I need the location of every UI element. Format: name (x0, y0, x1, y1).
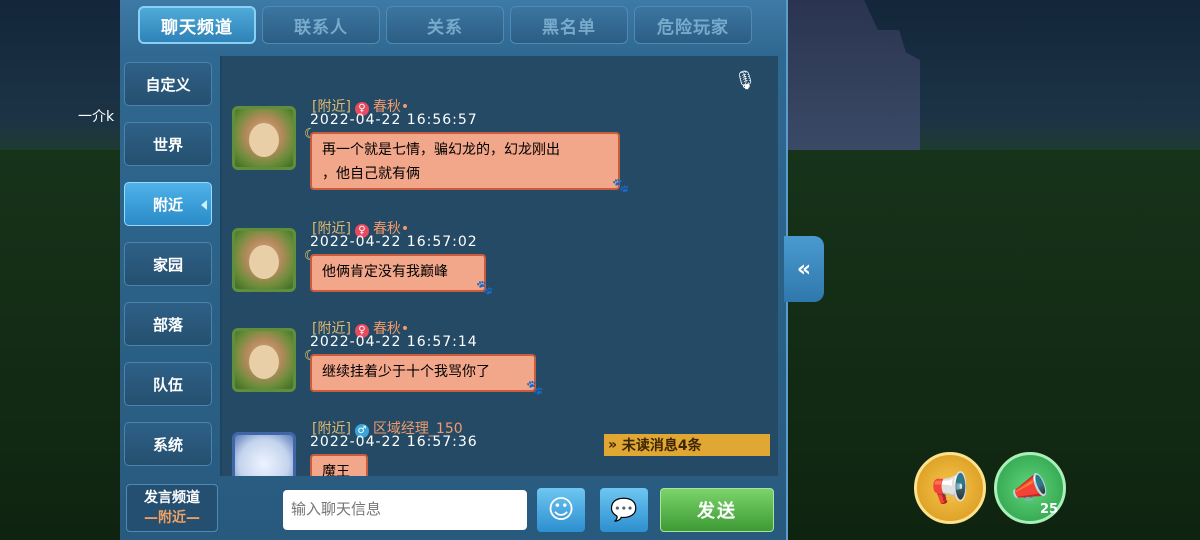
emoji-button[interactable]: ☺ (537, 488, 585, 532)
background-player-name: 一介k (78, 109, 115, 125)
message-bubble: 再一个就是七情，骗幻龙的，幻龙刚出 ，他自己就有俩 (310, 132, 620, 190)
double-chevron-left-icon: « (796, 256, 812, 282)
grass-left (0, 150, 125, 540)
sidebar-item-nearby[interactable]: 附近 (124, 182, 212, 226)
speech-bubble-icon: 💬 (610, 497, 638, 523)
megaphone-icon: 📢 (931, 470, 969, 506)
send-button[interactable]: 发送 (660, 488, 774, 532)
quick-phrase-button[interactable]: 💬 (600, 488, 648, 532)
sidebar-item-tribe[interactable]: 部落 (124, 302, 212, 346)
message-time: 2022-04-22 16:57:14 (310, 334, 478, 350)
avatar[interactable] (232, 228, 296, 292)
chat-message-list[interactable]: 🎙 ☾ [附近]♀春秋• 2022-04-22 16:56:57 再一个就是七情… (222, 56, 778, 476)
collapse-panel-button[interactable]: « (784, 236, 824, 302)
message-text-line: 继续挂着少于十个我骂你了 (322, 364, 490, 380)
chat-input[interactable] (283, 490, 527, 530)
speak-channel-title: 发言频道 (144, 490, 200, 506)
smiley-icon: ☺ (547, 495, 575, 525)
unread-label: 未读消息4条 (621, 438, 702, 454)
grass-right (780, 150, 1200, 540)
tab-chat-channel[interactable]: 聊天频道 (138, 6, 256, 44)
voice-mic-icon[interactable]: 🎙 (730, 70, 760, 100)
message-bubble: 魔王 (310, 454, 368, 476)
avatar[interactable] (232, 328, 296, 392)
tab-blacklist[interactable]: 黑名单 (510, 6, 628, 44)
speak-channel-value: —附近— (144, 510, 200, 526)
paw-icon: 🐾 (476, 280, 494, 296)
message-time: 2022-04-22 16:56:57 (310, 112, 478, 128)
message-bubble: 继续挂着少于十个我骂你了 (310, 354, 536, 392)
double-chevron-down-icon: » (608, 437, 622, 453)
sidebar-item-world[interactable]: 世界 (124, 122, 212, 166)
tab-relations[interactable]: 关系 (386, 6, 504, 44)
sidebar-item-custom[interactable]: 自定义 (124, 62, 212, 106)
castle-scenery (780, 0, 920, 150)
paw-icon: 🐾 (612, 178, 630, 194)
avatar[interactable] (232, 432, 296, 476)
paw-icon: 🐾 (526, 380, 544, 396)
avatar[interactable] (232, 106, 296, 170)
loudspeaker-icon: 📣 (1011, 470, 1049, 506)
sidebar-item-system[interactable]: 系统 (124, 422, 212, 466)
tab-contacts[interactable]: 联系人 (262, 6, 380, 44)
tab-dangerous-players[interactable]: 危险玩家 (634, 6, 752, 44)
unread-messages-banner[interactable]: » 未读消息4条 (604, 434, 770, 456)
message-time: 2022-04-22 16:57:02 (310, 234, 478, 250)
speak-channel-selector[interactable]: 发言频道 —附近— (126, 484, 218, 532)
sidebar-item-home[interactable]: 家园 (124, 242, 212, 286)
message-text-line: 再一个就是七情，骗幻龙的，幻龙刚出 (322, 142, 560, 158)
sidebar-item-team[interactable]: 队伍 (124, 362, 212, 406)
message-text-line: ，他自己就有俩 (322, 166, 420, 182)
message-bubble: 他俩肯定没有我巅峰 (310, 254, 486, 292)
message-time: 2022-04-22 16:57:36 (310, 434, 478, 450)
top-tabs: 聊天频道 联系人 关系 黑名单 危险玩家 (138, 6, 752, 44)
channel-sidebar: 自定义 世界 附近 家园 部落 队伍 系统 (124, 56, 220, 476)
message-text-line: 魔王 (322, 464, 350, 476)
megaphone-button[interactable]: 📢 (914, 452, 986, 524)
loudspeaker-count: 25 (1040, 502, 1059, 517)
message-text-line: 他俩肯定没有我巅峰 (322, 264, 448, 280)
